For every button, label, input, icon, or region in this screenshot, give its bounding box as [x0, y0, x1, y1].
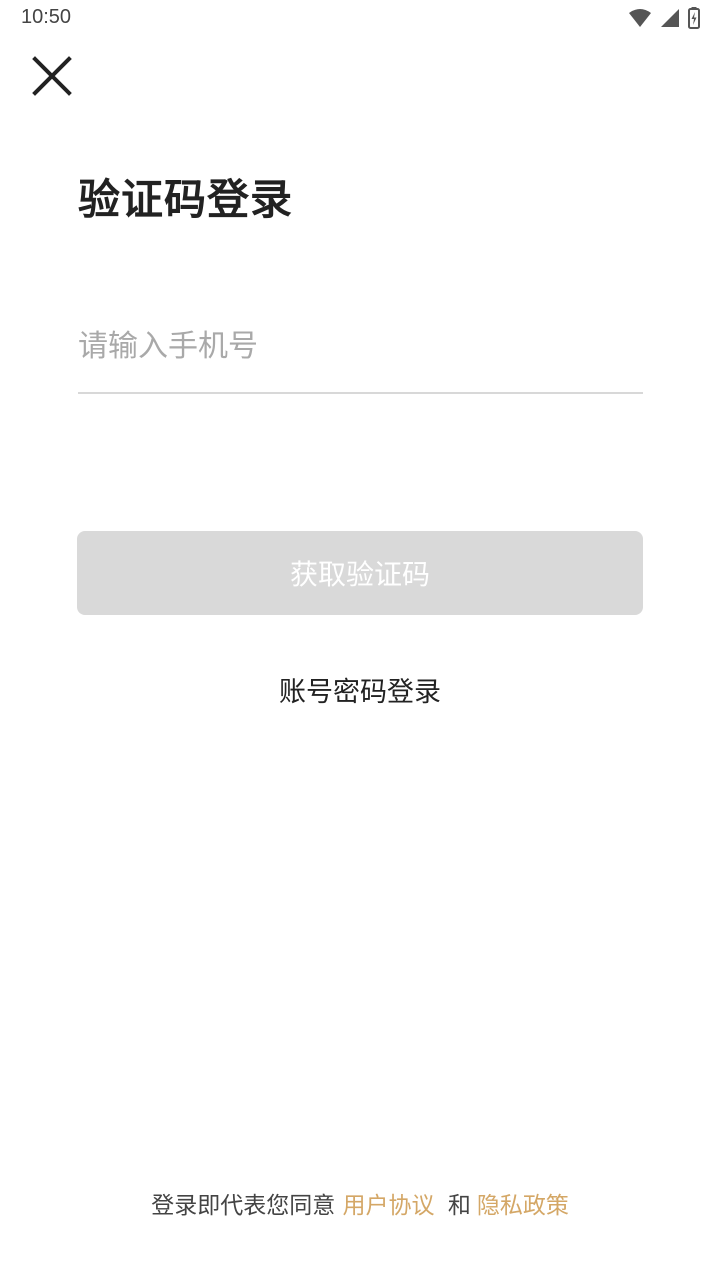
close-button[interactable]: [26, 52, 78, 104]
phone-input-container: [78, 310, 643, 394]
close-icon: [32, 56, 72, 100]
privacy-policy-link[interactable]: 隐私政策: [477, 1193, 569, 1219]
password-login-link[interactable]: 账号密码登录: [0, 670, 720, 709]
login-screen: 10:50 验证码登录 请输入手机号 获取验证码 账号密码登录 登录即代表您同意…: [0, 0, 720, 1280]
phone-input[interactable]: [78, 310, 643, 382]
status-bar: 10:50: [0, 0, 720, 36]
status-time: 10:50: [21, 6, 72, 28]
status-icons: [628, 7, 700, 33]
agreement-and: 和: [447, 1193, 471, 1219]
signal-icon: [660, 8, 680, 32]
agreement-text: 登录即代表您同意 用户协议 和隐私政策: [0, 1186, 720, 1220]
wifi-icon: [628, 8, 652, 32]
user-agreement-link[interactable]: 用户协议: [343, 1193, 435, 1219]
battery-charging-icon: [688, 7, 700, 33]
get-code-button[interactable]: 获取验证码: [77, 531, 643, 615]
agreement-prefix: 登录即代表您同意: [151, 1193, 336, 1219]
page-title: 验证码登录: [78, 175, 294, 224]
